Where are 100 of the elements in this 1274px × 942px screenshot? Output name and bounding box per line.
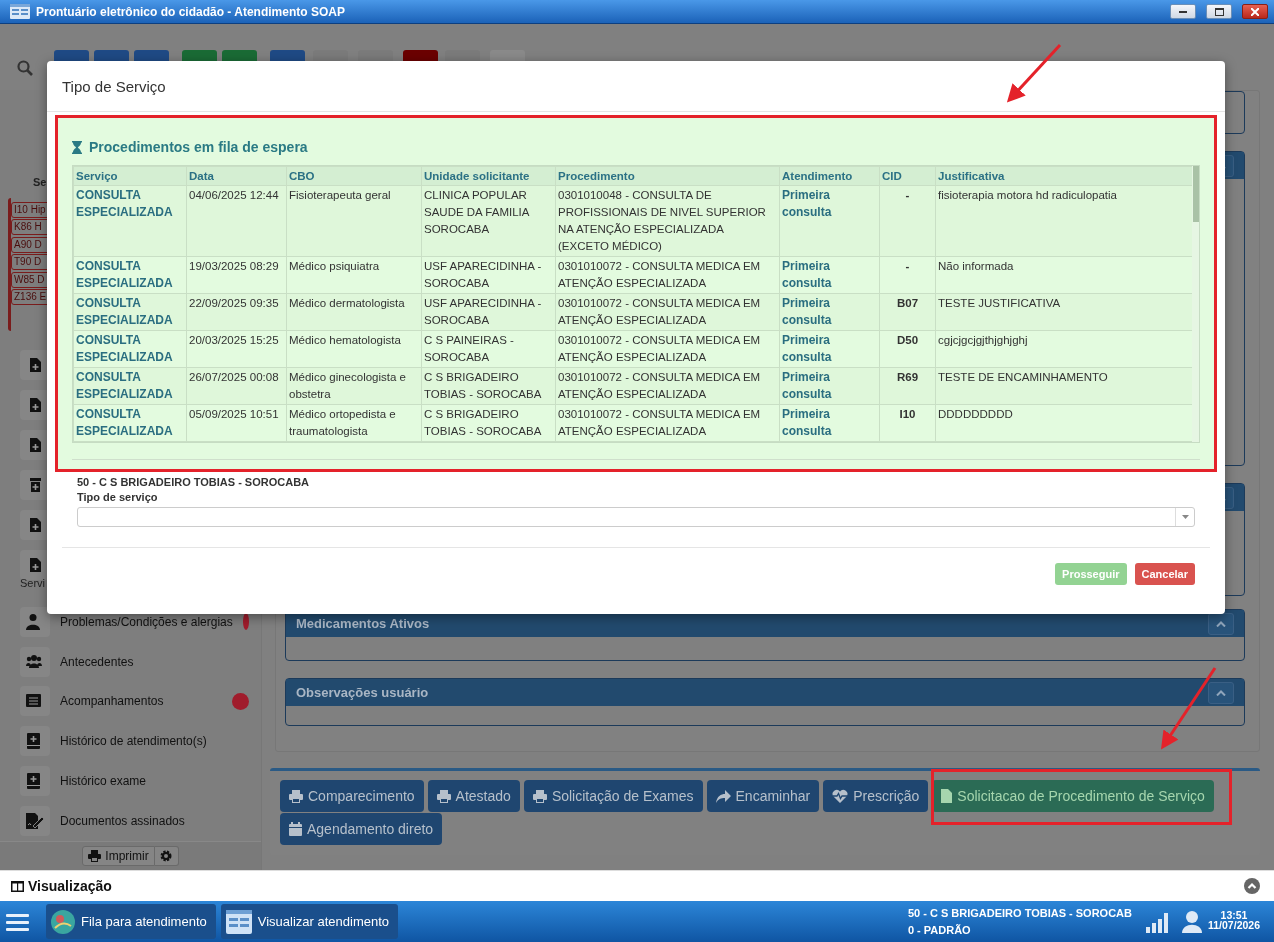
table-cell: CONSULTA ESPECIALIZADA [73, 330, 187, 368]
table-cell: Primeira consulta [779, 256, 880, 294]
column-header[interactable]: Atendimento [779, 166, 880, 186]
column-header[interactable]: CID [879, 166, 936, 186]
print-button[interactable]: Imprimir [82, 846, 155, 867]
sidebar-item[interactable]: Acompanhamentos [0, 681, 261, 722]
panel-title: Medicamentos Ativos [296, 616, 430, 631]
table-cell: CONSULTA ESPECIALIZADA [73, 256, 187, 294]
search-icon [17, 60, 33, 76]
document-plus-icon [29, 357, 41, 372]
column-header[interactable]: Serviço [73, 166, 187, 186]
list-icon [26, 693, 44, 710]
chevron-up-icon [1216, 689, 1226, 696]
menu-icon[interactable] [6, 912, 29, 931]
clock-time: 13:51 [1220, 909, 1248, 920]
signed-document-icon [26, 813, 44, 830]
table-cell: Médico ortopedista e traumatologista [286, 404, 422, 442]
unit-name: 50 - C S BRIGADEIRO TOBIAS - SOROCABA [77, 476, 311, 490]
table-cell: CONSULTA ESPECIALIZADA [73, 293, 187, 331]
columns-icon [11, 880, 24, 892]
printer-icon [289, 789, 303, 803]
user-icon[interactable] [1182, 910, 1202, 933]
table-cell: D50 [879, 330, 936, 368]
maximize-icon [1214, 7, 1224, 16]
column-header[interactable]: Data [186, 166, 287, 186]
trash-icon [29, 477, 41, 492]
table-cell: R69 [879, 367, 936, 405]
sidebar-item[interactable]: Histórico exame [0, 761, 261, 802]
settings-button[interactable] [154, 846, 179, 867]
clipboard-plus-icon [29, 397, 41, 412]
table-cell: USF APARECIDINHA - SOROCABA [421, 293, 556, 331]
minimize-button[interactable] [1170, 4, 1196, 19]
sidebar-item[interactable]: Histórico de atendimento(s) [0, 721, 261, 762]
sidebar-button[interactable] [20, 389, 50, 420]
document-plus-icon [29, 557, 41, 572]
table-cell: CLINICA POPULAR SAUDE DA FAMILIA SOROCABA [421, 185, 556, 257]
action-button[interactable]: Prescrição [823, 780, 929, 812]
clock-date: 11/07/2026 [1208, 919, 1260, 930]
action-button[interactable]: Comparecimento [280, 780, 424, 812]
heart-pulse-icon [832, 789, 849, 803]
close-button[interactable] [1242, 4, 1268, 19]
table-cell: 05/09/2025 10:51 [186, 404, 287, 442]
table-cell: 19/03/2025 08:29 [186, 256, 287, 294]
calendar-icon [289, 822, 302, 836]
cancel-button[interactable]: Cancelar [1134, 563, 1195, 585]
table-cell: Médico dermatologista [286, 293, 422, 331]
sidebar-item[interactable]: Documentos assinados [0, 801, 261, 842]
app-window-icon [225, 909, 252, 934]
field-label: Tipo de serviço [77, 491, 159, 505]
action-button[interactable]: Encaminhar [706, 780, 820, 812]
action-button[interactable]: Agendamento direto [280, 813, 443, 845]
table-cell: TESTE JUSTIFICATIVA [935, 293, 1195, 331]
table-cell: 0301010048 - CONSULTA DE PROFISSIONAIS DE NIVEL SUPERIOR NA ATENÇÃO ESPECIALIZADA (EXCETO MÉDICO) [555, 185, 780, 257]
table-cell: 0301010072 - CONSULTA MEDICA EM ATENÇÃO ESPECIALIZADA [555, 293, 780, 331]
collapse-up-icon[interactable] [1244, 878, 1260, 894]
close-icon [1251, 7, 1259, 16]
table-cell: Primeira consulta [779, 367, 880, 405]
table-cell: USF APARECIDINHA - SOROCABA [421, 256, 556, 294]
table-cell: 04/06/2025 12:44 [186, 185, 287, 257]
action-button[interactable]: Solicitacao de Procedimento de Serviço [932, 780, 1214, 812]
scrollbar[interactable] [1192, 166, 1199, 442]
dialog-title: Tipo de Serviço [62, 77, 166, 95]
hourglass-icon [72, 140, 82, 154]
minimize-icon [1179, 10, 1187, 13]
chevron-up-icon [1216, 620, 1226, 627]
collapse-button[interactable] [1208, 612, 1234, 635]
sidebar-button[interactable] [20, 349, 50, 380]
column-header[interactable]: CBO [286, 166, 422, 186]
table-cell: Fisioterapeuta geral [286, 185, 422, 257]
table-cell: Primeira consulta [779, 330, 880, 368]
sidebar-button[interactable] [20, 509, 50, 540]
table-cell: - [879, 256, 936, 294]
table-cell: CONSULTA ESPECIALIZADA [73, 185, 187, 257]
table-cell: CONSULTA ESPECIALIZADA [73, 404, 187, 442]
printer-icon [532, 789, 547, 803]
table-cell: 22/09/2025 09:35 [186, 293, 287, 331]
action-button[interactable]: Atestado [427, 780, 520, 812]
table-cell: Médico hematologista [286, 330, 422, 368]
sidebar-item[interactable]: Antecedentes [0, 641, 261, 682]
sidebar-button[interactable] [20, 549, 50, 580]
app-window-icon [10, 4, 30, 19]
maximize-button[interactable] [1206, 4, 1232, 19]
column-header[interactable]: Justificativa [935, 166, 1195, 186]
taskbar-app-button[interactable]: Visualizar atendimento [220, 904, 399, 939]
taskbar-app-button[interactable]: Fila para atendimento [46, 904, 216, 939]
action-button[interactable]: Solicitação de Exames [523, 780, 703, 812]
unit-name: 50 - C S BRIGADEIRO TOBIAS - SOROCAB [907, 907, 1132, 920]
table-cell: TESTE DE ENCAMINHAMENTO [935, 367, 1195, 405]
table-cell: C S PAINEIRAS - SOROCABA [421, 330, 556, 368]
sidebar-button[interactable] [20, 469, 50, 500]
table-cell: C S BRIGADEIRO TOBIAS - SOROCABA [421, 404, 556, 442]
sidebar-label: Servi [20, 576, 47, 591]
table-cell: 26/07/2025 00:08 [186, 367, 287, 405]
table-cell: CONSULTA ESPECIALIZADA [73, 367, 187, 405]
column-header[interactable]: Unidade solicitante [421, 166, 556, 186]
column-header[interactable]: Procedimento [555, 166, 780, 186]
window-title: Prontuário eletrônico do cidadão - Atendimento SOAP [36, 4, 346, 19]
table-cell: fisioterapia motora hd radiculopatia [935, 185, 1195, 257]
sidebar-button[interactable] [20, 429, 50, 460]
table-cell: 20/03/2025 15:25 [186, 330, 287, 368]
